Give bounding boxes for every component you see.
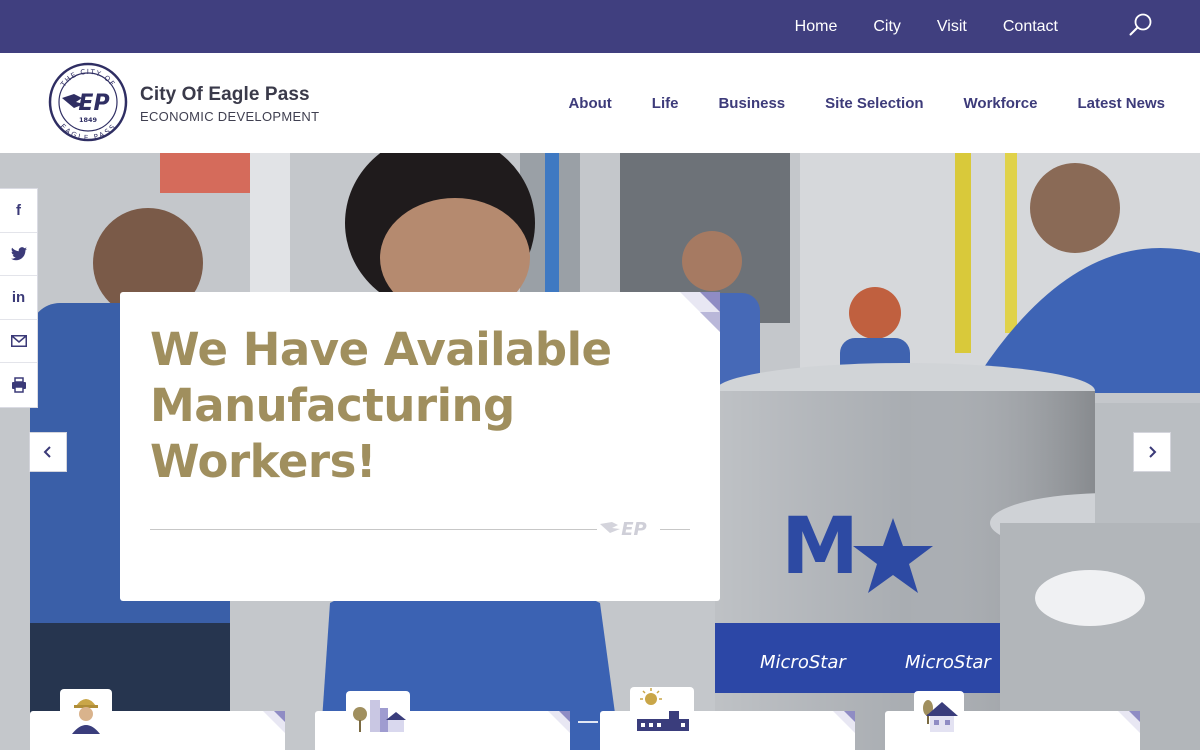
chevron-left-icon [43,446,51,458]
slider-prev-button[interactable] [29,432,67,472]
worker-icon [60,689,112,735]
email-icon[interactable] [0,320,37,364]
twitter-icon[interactable] [0,233,37,277]
card-corner-decoration [833,711,855,733]
headline-divider [150,529,597,530]
top-nav: Home City Visit Contact [759,0,1058,53]
top-nav-home[interactable]: Home [795,18,838,36]
keg-band-text-left: MicroStar [760,652,847,673]
house-icon [914,691,964,737]
headline-divider-end [660,529,690,530]
printer-glyph [11,377,26,393]
top-nav-visit[interactable]: Visit [937,18,967,36]
card-corner-decoration [263,711,285,733]
ep-watermark-logo: EP [600,519,647,540]
nav-latest-news[interactable]: Latest News [1077,95,1165,112]
house-figure [923,700,958,732]
linkedin-icon[interactable]: in [0,276,37,320]
headline-card: We Have Available Manufacturing Workers!… [120,292,720,601]
brand-text[interactable]: City Of Eagle Pass ECONOMIC DEVELOPMENT [140,84,319,124]
card-corner-decoration [680,292,720,332]
nav-site-selection[interactable]: Site Selection [825,95,923,112]
card-corner-decoration [1118,711,1140,733]
print-icon[interactable] [0,363,37,407]
brand-subtitle: ECONOMIC DEVELOPMENT [140,109,320,124]
top-utility-bar: Home City Visit Contact [0,0,1200,53]
nav-business[interactable]: Business [718,95,785,112]
facebook-icon[interactable]: f [0,189,37,233]
main-nav: About Life Business Site Selection Workf… [528,53,1165,153]
city-skyline-figure [353,700,406,732]
seal-year: 1849 [79,116,98,124]
brand-name: City Of Eagle Pass [140,84,310,105]
slide-indicator[interactable] [578,721,598,723]
nav-workforce[interactable]: Workforce [964,95,1038,112]
sun-factory-figure [637,688,689,731]
top-nav-city[interactable]: City [873,18,901,36]
top-nav-contact[interactable]: Contact [1003,18,1058,36]
nav-life[interactable]: Life [652,95,679,112]
keg-label-letter: M [781,502,859,592]
watermark-monogram: EP [621,519,647,540]
social-share-rail: f in [0,188,38,408]
hero-headline: We Have Available Manufacturing Workers! [150,323,612,488]
hero-slider: M MicroStar MicroStar We Have Available … [0,153,1200,750]
slider-next-button[interactable] [1133,432,1171,472]
envelope-glyph [10,335,27,348]
sun-factory-icon [630,687,694,733]
city-seal-logo[interactable]: THE CITY OF EAGLE PASS EP 1849 [48,62,128,142]
twitter-bird-glyph [10,247,27,261]
worker-figure [72,699,100,734]
card-corner-decoration [548,711,570,733]
site-header: THE CITY OF EAGLE PASS EP 1849 City Of E… [0,53,1200,153]
nav-about[interactable]: About [568,95,611,112]
search-icon[interactable] [1128,12,1154,38]
keg-band-text-right: MicroStar [905,652,992,673]
chevron-right-icon [1149,446,1157,458]
city-buildings-icon [346,691,410,737]
seal-monogram: EP [78,91,109,116]
